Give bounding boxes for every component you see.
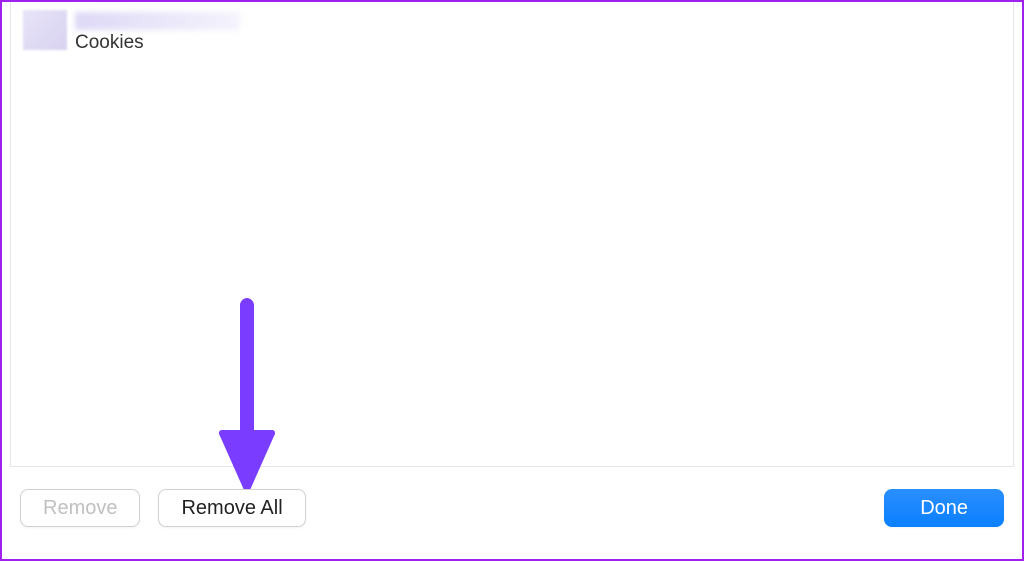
site-favicon-icon	[23, 10, 67, 50]
website-data-row[interactable]: Cookies	[11, 2, 1013, 62]
dialog-button-bar: Remove Remove All Done	[2, 465, 1022, 559]
site-data-type-label: Cookies	[75, 32, 240, 54]
site-name-redacted	[75, 12, 240, 30]
remove-all-button[interactable]: Remove All	[158, 489, 305, 527]
done-button[interactable]: Done	[884, 489, 1004, 527]
site-text-block: Cookies	[75, 10, 240, 54]
remove-button[interactable]: Remove	[20, 489, 140, 527]
website-data-list: Cookies	[10, 2, 1014, 467]
